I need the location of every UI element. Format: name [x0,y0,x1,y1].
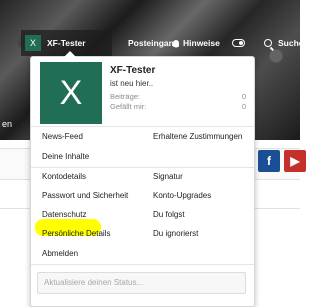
search-icon [264,39,272,47]
menu-item-log-out[interactable]: Abmelden [42,249,78,258]
facebook-button[interactable]: f [258,150,280,172]
menu-divider [31,264,254,265]
menu-item-account-details[interactable]: Kontodetails [42,172,86,181]
posts-stat-value: 0 [241,92,246,101]
search-button[interactable]: Suche [256,30,308,56]
search-label: Suche [278,38,304,48]
likes-stat-label: Gefällt mir: [110,102,147,111]
alerts-button[interactable]: Hinweise [168,30,223,56]
top-navbar: X XF-Tester Posteingang Hinweise Suche [0,30,304,56]
profile-avatar[interactable]: X [40,62,102,124]
menu-profile-header: X XF-Tester ist neu hier.. Beiträge: 0 G… [31,57,254,125]
account-name: XF-Tester [47,38,86,48]
posts-stat-label: Beiträge: [110,92,141,101]
menu-divider [31,126,254,127]
bell-icon [173,39,179,47]
profile-user-title: ist neu hier.. [110,79,154,88]
menu-item-your-content[interactable]: Deine Inhalte [42,152,89,161]
account-dropdown-menu: X XF-Tester ist neu hier.. Beiträge: 0 G… [30,51,255,307]
menu-item-signature[interactable]: Signatur [153,172,183,181]
menu-item-following[interactable]: Du folgst [153,210,185,219]
youtube-button[interactable]: ▶ [284,150,306,172]
menu-item-personal-details[interactable]: Persönliche Details [42,229,110,238]
avatar: X [25,35,41,51]
menu-item-privacy[interactable]: Datenschutz [42,210,86,219]
alerts-label: Hinweise [183,38,220,48]
inbox-button[interactable]: Posteingang [116,30,179,56]
menu-divider [31,167,254,168]
status-update-input[interactable]: Aktualisiere deinen Status... [37,272,246,294]
toggle-icon [232,39,245,47]
header-caption: en [2,119,13,129]
menu-item-password-security[interactable]: Passwort und Sicherheit [42,191,128,200]
posts-stat: Beiträge: 0 [110,92,246,101]
menu-item-reactions-received[interactable]: Erhaltene Zustimmungen [153,132,242,141]
profile-username[interactable]: XF-Tester [110,65,155,76]
likes-stat-value: 0 [241,102,246,111]
likes-stat: Gefällt mir: 0 [110,102,246,111]
style-toggle-button[interactable] [226,30,252,56]
menu-item-news-feed[interactable]: News-Feed [42,132,83,141]
menu-item-account-upgrades[interactable]: Konto-Upgrades [153,191,211,200]
menu-item-ignoring[interactable]: Du ignorierst [153,229,198,238]
